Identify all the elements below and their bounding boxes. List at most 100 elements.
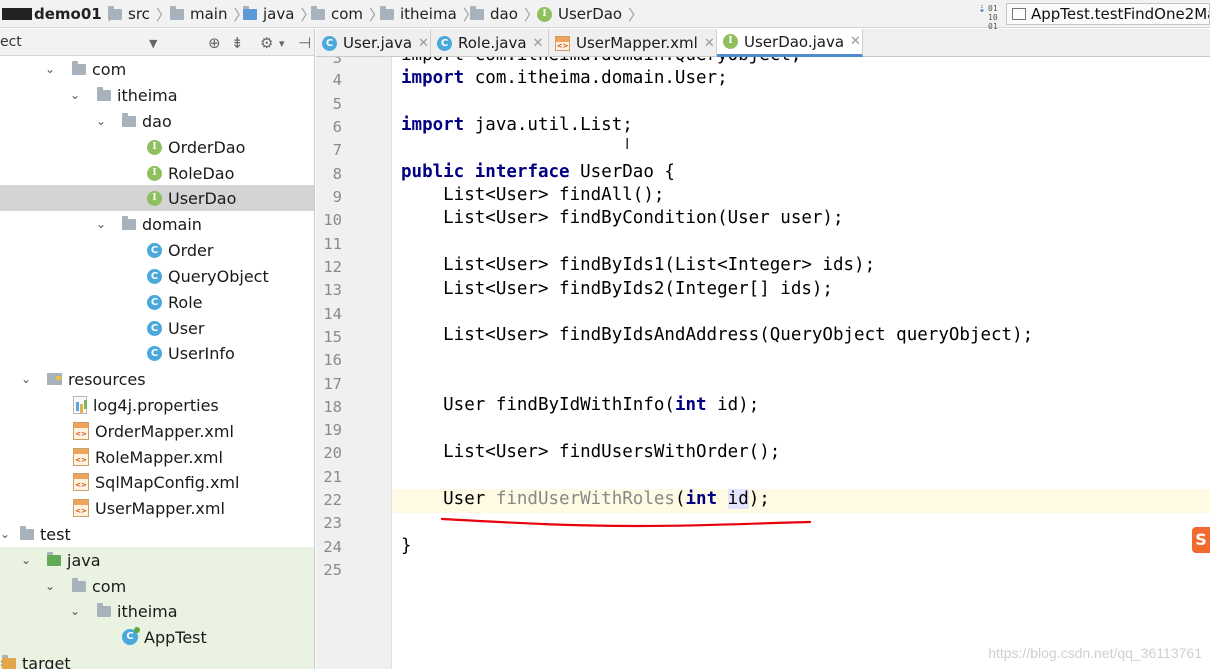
code-editor[interactable]: 3 4 5 6 7 8 9 10 11 12 13 14 15 16 17 18… xyxy=(316,57,1210,669)
tree-item-resources[interactable]: ⌄ resources xyxy=(0,366,314,392)
breadcrumb-java[interactable]: java 〉 xyxy=(243,4,315,24)
tree-item-label: dao xyxy=(142,111,172,131)
tab-usermapper-xml[interactable]: <> UserMapper.xml ✕ xyxy=(549,29,717,57)
breadcrumb-main[interactable]: main 〉 xyxy=(170,4,249,24)
breadcrumb-src[interactable]: src 〉 xyxy=(108,4,171,24)
run-configuration-selector[interactable]: AppTest.testFindOne2Ma xyxy=(1006,3,1210,25)
tree-item-label: SqlMapConfig.xml xyxy=(95,472,240,492)
breadcrumb-dao[interactable]: dao 〉 xyxy=(470,4,539,24)
tree-item-usermapper[interactable]: <> UserMapper.xml xyxy=(0,495,314,521)
tree-item-apptest[interactable]: C AppTest xyxy=(0,624,314,650)
tree-item-label: test xyxy=(40,524,71,544)
chevron-down-icon[interactable]: ⌄ xyxy=(96,217,106,231)
chevron-down-icon[interactable]: ⌄ xyxy=(45,62,55,76)
tree-item-test-itheima[interactable]: ⌄ itheima xyxy=(0,598,314,624)
tab-userdao-java[interactable]: I UserDao.java ✕ xyxy=(717,29,863,57)
line-number: 5 xyxy=(332,95,342,113)
class-icon: C xyxy=(437,35,452,51)
tree-item-target[interactable]: › target xyxy=(0,650,314,669)
close-icon[interactable]: ✕ xyxy=(418,36,429,51)
tab-role-java[interactable]: C Role.java ✕ xyxy=(431,29,549,57)
package-icon xyxy=(72,577,86,592)
tree-item-test-java[interactable]: ⌄ java xyxy=(0,547,314,573)
tab-label: User.java xyxy=(343,34,413,52)
tree-item-label: itheima xyxy=(117,85,178,105)
tree-item-user[interactable]: C User xyxy=(0,315,314,341)
close-icon[interactable]: ✕ xyxy=(704,36,715,51)
chevron-down-icon[interactable]: ⌄ xyxy=(0,527,10,541)
chevron-down-icon[interactable]: ⌄ xyxy=(45,579,55,593)
tree-item-itheima[interactable]: ⌄ itheima xyxy=(0,82,314,108)
breadcrumb-com[interactable]: com 〉 xyxy=(311,4,384,24)
line-number: 23 xyxy=(323,514,342,532)
code-line: import java.util.List; xyxy=(401,115,633,135)
tab-user-java[interactable]: C User.java ✕ xyxy=(316,29,431,57)
folder-icon xyxy=(470,5,484,20)
xml-file-icon: <> xyxy=(73,473,89,491)
project-view-selector[interactable]: ect xyxy=(0,34,22,50)
tree-item-role[interactable]: C Role xyxy=(0,289,314,315)
tree-item-sqlmapconfig[interactable]: <> SqlMapConfig.xml xyxy=(0,469,314,495)
close-icon[interactable]: ✕ xyxy=(850,34,861,49)
interface-icon: I xyxy=(723,34,738,49)
tree-item-label: RoleMapper.xml xyxy=(95,447,223,467)
hide-panel-icon[interactable]: ⊣ xyxy=(298,34,311,52)
tree-item-dao[interactable]: ⌄ dao xyxy=(0,108,314,134)
tree-item-order[interactable]: C Order xyxy=(0,237,314,263)
tree-item-userinfo[interactable]: C UserInfo xyxy=(0,340,314,366)
text-cursor-icon: I xyxy=(625,135,630,153)
locate-target-icon[interactable]: ⊕ xyxy=(208,34,221,52)
interface-icon: I xyxy=(537,6,552,22)
tree-item-com[interactable]: ⌄ com xyxy=(0,56,314,82)
red-annotation-underline xyxy=(440,517,812,528)
code-line: List<User> findByIdsAndAddress(QueryObje… xyxy=(401,325,1034,345)
line-number: 10 xyxy=(323,211,342,229)
tree-item-orderdao[interactable]: I OrderDao xyxy=(0,134,314,160)
class-icon: C xyxy=(147,320,162,336)
breadcrumb-userdao[interactable]: I UserDao 〉 xyxy=(537,4,643,24)
class-icon: C xyxy=(147,268,162,284)
breadcrumb-itheima[interactable]: itheima〉 xyxy=(380,4,478,24)
class-icon: C xyxy=(147,242,162,258)
line-number: 6 xyxy=(332,118,342,136)
breadcrumb-label: demo01 xyxy=(34,5,102,23)
tab-label: UserMapper.xml xyxy=(576,34,698,52)
tree-item-ordermapper[interactable]: <> OrderMapper.xml xyxy=(0,418,314,444)
tree-item-label: java xyxy=(67,550,101,570)
line-number: 7 xyxy=(332,141,342,159)
code-line: public interface UserDao { xyxy=(401,162,675,182)
chevron-down-icon[interactable]: ⌄ xyxy=(96,114,106,128)
close-icon[interactable]: ✕ xyxy=(533,36,544,51)
tree-item-userdao[interactable]: I UserDao xyxy=(0,185,314,211)
interface-icon: I xyxy=(147,165,162,181)
collapse-all-icon[interactable]: ⇟ xyxy=(231,34,244,52)
code-line: import com.itheima.domain.User; xyxy=(401,68,728,88)
tree-item-roledao[interactable]: I RoleDao xyxy=(0,160,314,186)
tree-item-test-com[interactable]: ⌄ com xyxy=(0,573,314,599)
chevron-down-icon[interactable]: ⌄ xyxy=(21,553,31,567)
dropdown-arrow-icon[interactable]: ▼ xyxy=(149,37,157,50)
xml-file-icon: <> xyxy=(555,35,570,51)
test-class-icon: C xyxy=(122,627,140,645)
chevron-down-icon[interactable]: ▾ xyxy=(279,37,285,50)
tree-item-domain[interactable]: ⌄ domain xyxy=(0,211,314,237)
gear-icon[interactable]: ⚙ xyxy=(260,34,273,52)
code-line: List<User> findAll(); xyxy=(401,185,665,205)
tree-item-label: Order xyxy=(168,240,214,260)
breadcrumb-label: dao xyxy=(490,5,518,23)
line-number: 17 xyxy=(323,375,342,393)
xml-file-icon: <> xyxy=(73,499,89,517)
tree-item-label: OrderMapper.xml xyxy=(95,421,234,441)
breadcrumb-project[interactable]: demo01〉 xyxy=(2,4,123,24)
chevron-down-icon[interactable]: ⌄ xyxy=(70,88,80,102)
line-number: 20 xyxy=(323,444,342,462)
tree-item-rolemapper[interactable]: <> RoleMapper.xml xyxy=(0,444,314,470)
tree-item-test[interactable]: ⌄ test xyxy=(0,521,314,547)
run-configuration-label: AppTest.testFindOne2Ma xyxy=(1031,5,1210,23)
chevron-down-icon[interactable]: ⌄ xyxy=(21,372,31,386)
tree-item-queryobject[interactable]: C QueryObject xyxy=(0,263,314,289)
chevron-down-icon[interactable]: ⌄ xyxy=(70,604,80,618)
code-line: List<User> findByCondition(User user); xyxy=(401,208,844,228)
interface-icon: I xyxy=(147,190,162,206)
tree-item-log4j[interactable]: log4j.properties xyxy=(0,392,314,418)
